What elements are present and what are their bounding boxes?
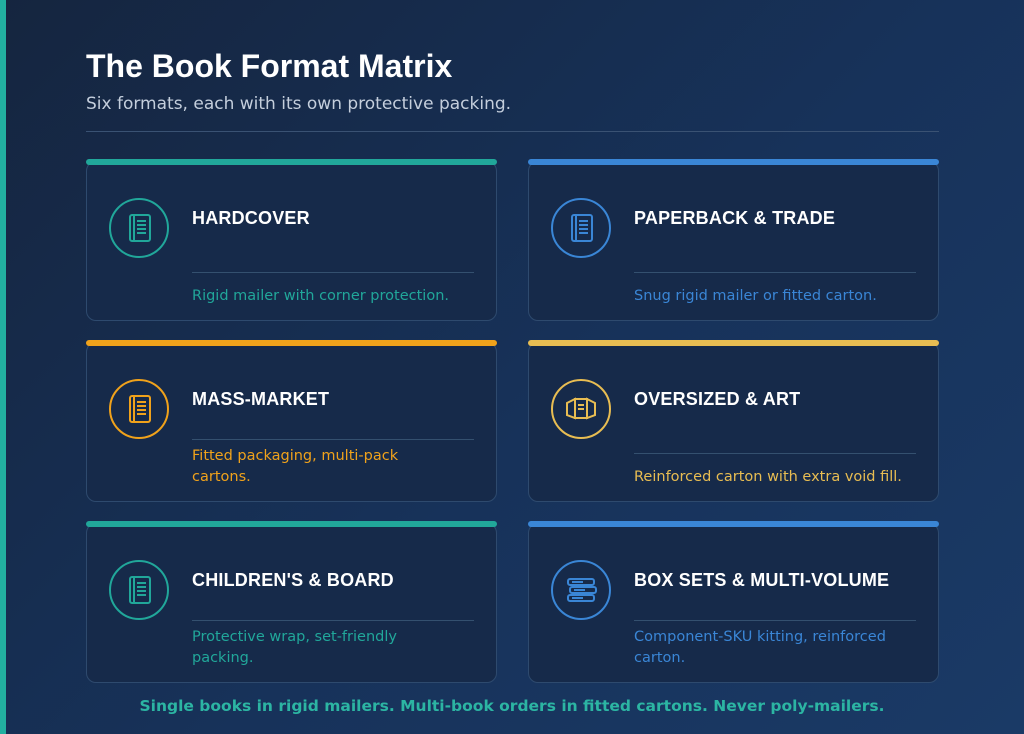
- header-divider: [86, 131, 939, 132]
- card-accent-bar: [86, 159, 497, 165]
- card-description: Snug rigid mailer or fitted carton.: [634, 288, 877, 304]
- card-accent-bar: [86, 521, 497, 527]
- card-divider: [634, 620, 916, 621]
- card-title: OVERSIZED & ART: [634, 389, 801, 409]
- format-card-box-sets: BOX SETS & MULTI-VOLUME Component-SKU ki…: [528, 521, 939, 683]
- page-subtitle: Six formats, each with its own protectiv…: [86, 94, 512, 114]
- format-card-paperback: PAPERBACK & TRADE Snug rigid mailer or f…: [528, 159, 939, 321]
- book-icon: [109, 198, 169, 258]
- format-card-hardcover: HARDCOVER Rigid mailer with corner prote…: [86, 159, 497, 321]
- left-accent-bar: [0, 0, 6, 734]
- card-title: PAPERBACK & TRADE: [634, 208, 836, 228]
- card-accent-bar: [528, 521, 939, 527]
- card-description: Component-SKU kitting, reinforced carton…: [634, 629, 886, 666]
- card-description: Reinforced carton with extra void fill.: [634, 469, 902, 485]
- card-description: Protective wrap, set-friendly packing.: [192, 629, 397, 666]
- page-title: The Book Format Matrix: [86, 48, 453, 84]
- footer-note: Single books in rigid mailers. Multi-boo…: [139, 697, 885, 715]
- card-divider: [192, 272, 474, 273]
- book-stack-icon: [551, 560, 611, 620]
- card-divider: [192, 439, 474, 440]
- card-divider: [634, 272, 916, 273]
- card-title: CHILDREN'S & BOARD: [192, 570, 394, 590]
- book-icon: [551, 198, 611, 258]
- card-divider: [192, 620, 474, 621]
- book-icon: [109, 379, 169, 439]
- card-divider: [634, 453, 916, 454]
- format-card-mass-market: MASS-MARKET Fitted packaging, multi-pack…: [86, 340, 497, 502]
- card-title: HARDCOVER: [192, 208, 310, 228]
- card-description: Rigid mailer with corner protection.: [192, 288, 449, 304]
- card-title: MASS-MARKET: [192, 389, 330, 409]
- card-title: BOX SETS & MULTI-VOLUME: [634, 570, 890, 590]
- book-icon: [109, 560, 169, 620]
- format-card-childrens: CHILDREN'S & BOARD Protective wrap, set-…: [86, 521, 497, 683]
- card-description: Fitted packaging, multi-pack cartons.: [192, 448, 399, 485]
- card-accent-bar: [528, 159, 939, 165]
- card-accent-bar: [528, 340, 939, 346]
- open-box-icon: [551, 379, 611, 439]
- format-card-oversized: OVERSIZED & ART Reinforced carton with e…: [528, 340, 939, 502]
- card-accent-bar: [86, 340, 497, 346]
